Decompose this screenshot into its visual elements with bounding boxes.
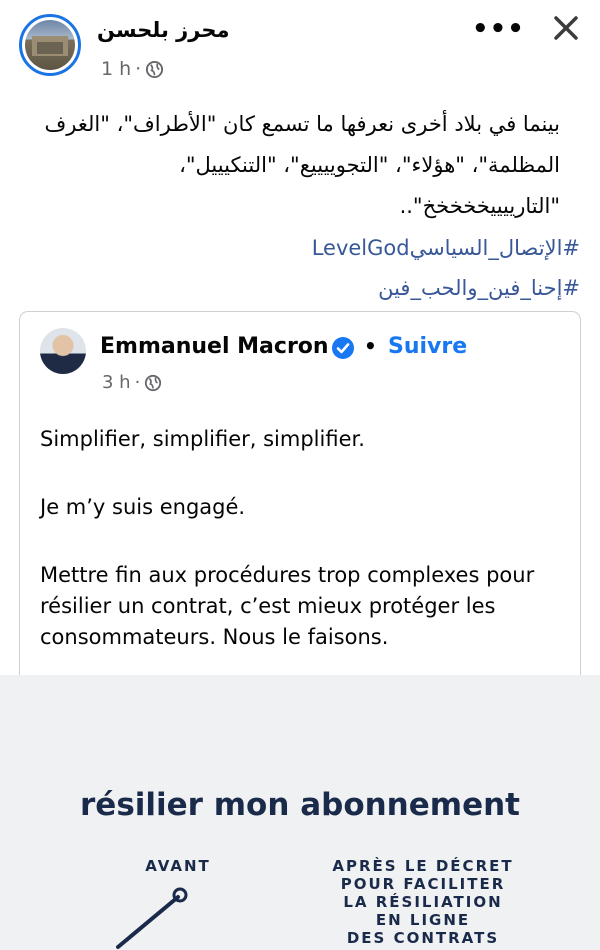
hashtag-link[interactable]: #الإتصال_السياسيLevelGod bbox=[30, 228, 580, 268]
post-time[interactable]: 1 h bbox=[101, 58, 131, 80]
image-label-after: APRÈS LE DÉCRET POUR FACILITER LA RÉSILI… bbox=[332, 857, 514, 947]
author-name[interactable]: محرز بلحسن bbox=[97, 18, 229, 42]
avatar-photo bbox=[25, 20, 75, 70]
image-title: résilier mon abonnement bbox=[80, 787, 520, 823]
shared-paragraph: Je m’y suis engagé. bbox=[40, 495, 246, 519]
shared-image[interactable]: résilier mon abonnement AVANT APRÈS LE D… bbox=[0, 675, 600, 950]
close-icon[interactable] bbox=[548, 10, 584, 46]
shared-post-body: Simplifier, simplifier, simplifier. Je m… bbox=[40, 424, 570, 690]
shared-author-name[interactable]: Emmanuel Macron bbox=[100, 334, 329, 359]
shared-author-avatar[interactable] bbox=[40, 328, 86, 374]
more-options-icon[interactable]: ••• bbox=[472, 14, 525, 44]
hashtag-link[interactable]: #إحنا_فين_والحب_فين bbox=[30, 268, 580, 308]
meta-separator: · bbox=[134, 372, 141, 393]
shared-paragraph: Simplifier, simplifier, simplifier. bbox=[40, 427, 365, 451]
meta-separator: · bbox=[135, 58, 142, 80]
hashtags: #الإتصال_السياسيLevelGod #إحنا_فين_والحب… bbox=[30, 228, 580, 308]
follow-separator: • bbox=[364, 334, 377, 358]
shared-meta: 3 h · bbox=[102, 372, 162, 393]
follow-button[interactable]: Suivre bbox=[388, 334, 467, 359]
post-text: بينما في بلاد أخرى نعرفها ما تسمع كان "ا… bbox=[44, 112, 560, 218]
dial-needle-graphic bbox=[116, 887, 188, 949]
globe-icon bbox=[145, 374, 162, 391]
shared-post[interactable]: Emmanuel Macron • Suivre 3 h · Simplifie… bbox=[19, 311, 581, 675]
post-meta: 1 h · bbox=[101, 58, 164, 80]
post-header: محرز بلحسن 1 h · ••• bbox=[0, 0, 600, 96]
shared-time[interactable]: 3 h bbox=[102, 372, 131, 393]
shared-paragraph: Mettre fin aux procédures trop complexes… bbox=[40, 563, 535, 649]
image-label-before: AVANT bbox=[145, 857, 211, 875]
verified-badge-icon bbox=[332, 337, 354, 359]
globe-icon bbox=[146, 60, 164, 78]
author-avatar[interactable] bbox=[19, 14, 81, 76]
